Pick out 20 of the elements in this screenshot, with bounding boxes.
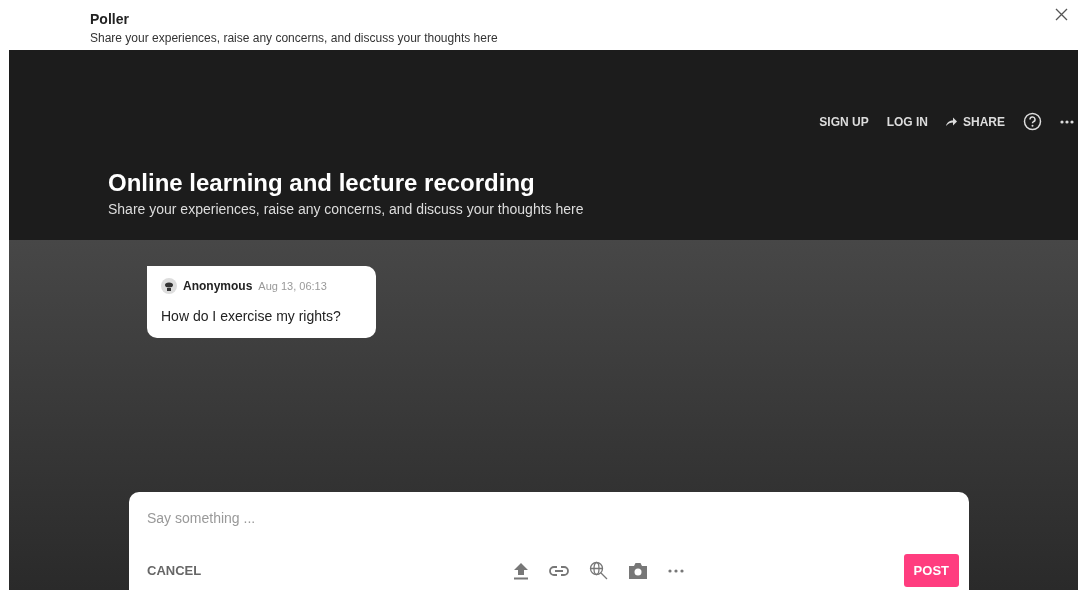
close-icon[interactable] (1055, 8, 1068, 21)
more-icon[interactable] (1060, 119, 1074, 124)
post-body: How do I exercise my rights? (161, 308, 342, 324)
cancel-button[interactable]: CANCEL (147, 563, 202, 578)
post-author: Anonymous (183, 279, 253, 293)
camera-icon[interactable] (628, 561, 649, 580)
link-icon[interactable] (549, 565, 570, 576)
post-time: Aug 13, 06:13 (258, 280, 327, 292)
avatar-icon (161, 278, 177, 294)
board-description: Share your experiences, raise any concerns, and discuss your thoughts here (108, 201, 585, 217)
board-title: Online learning and lecture recording (108, 169, 536, 197)
dialog-subtitle: Share your experiences, raise any concerns, and discuss your thoughts here (90, 31, 498, 45)
dialog-title: Poller (90, 11, 130, 27)
share-link[interactable]: SHARE (946, 114, 1005, 129)
sign-up-link[interactable]: SIGN UP (819, 114, 869, 129)
share-arrow-icon (946, 117, 957, 126)
log-in-link[interactable]: LOG IN (886, 114, 928, 129)
web-search-icon[interactable] (589, 561, 609, 580)
upload-icon[interactable] (513, 561, 530, 580)
help-icon[interactable] (1023, 112, 1042, 131)
